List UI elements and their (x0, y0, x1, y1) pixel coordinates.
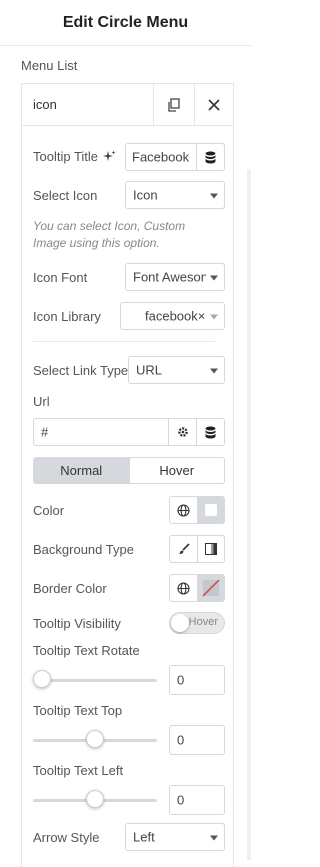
copy-icon (168, 97, 180, 112)
icon-library-label: Icon Library (33, 309, 101, 324)
color-picker-button[interactable] (198, 575, 224, 601)
border-color-label: Border Color (33, 581, 107, 596)
color-control (169, 496, 225, 524)
globe-icon (177, 503, 190, 517)
arrow-style-value: Left (133, 829, 155, 845)
brush-icon (179, 543, 190, 554)
toggle-knob (171, 614, 189, 632)
repeater-item-header[interactable]: icon (21, 83, 234, 126)
tooltip-title-value: Facebook (132, 149, 190, 165)
arrow-style-label: Arrow Style (33, 830, 100, 845)
chevron-down-icon (210, 314, 218, 320)
slider-handle[interactable] (86, 730, 104, 748)
text-top-slider[interactable] (33, 726, 157, 754)
background-gradient-button[interactable] (198, 536, 224, 562)
link-type-label: Select Link Type (33, 363, 129, 378)
scrollbar[interactable] (247, 170, 251, 860)
select-icon-value: Icon (133, 187, 158, 203)
database-button[interactable] (196, 143, 225, 171)
color-swatch (205, 504, 217, 516)
icon-font-value: Font Aweson (133, 269, 206, 285)
arrow-style-dropdown[interactable]: Left (125, 823, 225, 851)
database-icon (205, 151, 216, 163)
text-rotate-input[interactable]: 0 (169, 665, 225, 695)
state-tabs: Normal Hover (33, 457, 225, 484)
slider-handle[interactable] (33, 670, 51, 688)
background-classic-button[interactable] (170, 536, 198, 562)
text-top-input[interactable]: 0 (169, 725, 225, 755)
text-top-label: Tooltip Text Top (33, 703, 123, 718)
text-left-slider[interactable] (33, 786, 157, 814)
link-type-dropdown[interactable]: URL (128, 356, 225, 384)
chevron-down-icon (210, 835, 218, 841)
toggle-text: Hover (188, 616, 218, 628)
tab-normal[interactable]: Normal (34, 458, 129, 483)
tooltip-visibility-label: Tooltip Visibility (33, 616, 121, 631)
tooltip-visibility-toggle[interactable]: Hover (169, 612, 225, 634)
globe-icon (177, 581, 190, 595)
global-colors-button[interactable] (170, 575, 198, 601)
text-rotate-slider[interactable] (33, 666, 157, 694)
tooltip-title-label: Tooltip Title (33, 149, 99, 164)
color-label: Color (33, 503, 65, 518)
remove-button[interactable] (195, 84, 233, 125)
tooltip-title-input[interactable]: Facebook (125, 143, 197, 171)
text-left-input[interactable]: 0 (169, 785, 225, 815)
dynamic-tags-icon[interactable] (103, 150, 116, 163)
icon-library-tag[interactable]: facebook× (145, 309, 205, 324)
background-type-control (169, 535, 225, 563)
url-label: Url (33, 394, 50, 409)
text-left-value: 0 (177, 792, 185, 808)
text-left-label: Tooltip Text Left (33, 763, 124, 778)
divider (33, 341, 215, 342)
panel-header: Edit Circle Menu (0, 0, 251, 46)
select-icon-label: Select Icon (33, 188, 98, 203)
gear-icon (177, 427, 188, 437)
no-color-icon (202, 579, 220, 597)
field-hint: You can select Icon, Custom Image using … (33, 219, 186, 250)
close-icon (208, 98, 220, 111)
background-type-label: Background Type (33, 542, 134, 557)
icon-font-dropdown[interactable]: Font Aweson (125, 263, 225, 291)
database-icon (205, 426, 216, 438)
icon-library-select[interactable]: facebook× (120, 302, 225, 330)
url-input[interactable]: # (33, 418, 169, 446)
url-database-button[interactable] (196, 418, 225, 446)
icon-font-label: Icon Font (33, 270, 88, 285)
tab-hover[interactable]: Hover (130, 458, 225, 483)
chevron-down-icon (210, 193, 218, 199)
section-label: Menu List (21, 58, 78, 73)
slider-handle[interactable] (86, 790, 104, 808)
color-picker-button[interactable] (198, 497, 224, 523)
slider-track (33, 679, 157, 682)
border-color-control (169, 574, 225, 602)
link-type-value: URL (136, 362, 163, 378)
repeater-item-title: icon (33, 97, 57, 112)
text-top-value: 0 (177, 732, 185, 748)
select-icon-dropdown[interactable]: Icon (125, 181, 225, 209)
global-colors-button[interactable] (170, 497, 198, 523)
chevron-down-icon (210, 368, 218, 374)
link-options-button[interactable] (168, 418, 197, 446)
text-rotate-label: Tooltip Text Rotate (33, 643, 140, 658)
panel-title: Edit Circle Menu (62, 13, 189, 31)
gradient-icon (205, 543, 217, 555)
duplicate-button[interactable] (154, 84, 194, 125)
text-rotate-value: 0 (177, 672, 185, 688)
chevron-down-icon (210, 275, 218, 281)
url-value: # (41, 424, 49, 440)
